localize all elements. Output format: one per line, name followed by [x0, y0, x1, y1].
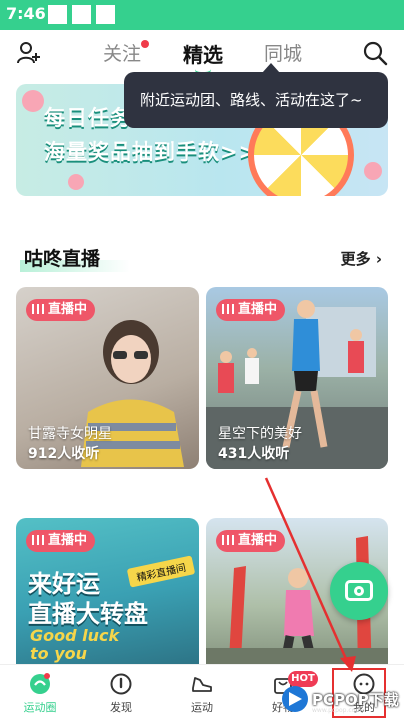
status-bar: 7:46 — [0, 0, 404, 30]
notification-icon — [96, 5, 115, 24]
live-badge-label: 直播中 — [238, 533, 278, 548]
unread-dot — [141, 40, 150, 48]
nav-item-sport-circle[interactable]: 运动圈 — [10, 665, 70, 720]
search-icon[interactable] — [362, 40, 388, 66]
live-badge: 直播中 — [26, 530, 96, 552]
watermark-logo-icon — [282, 686, 308, 712]
nav-item-sport[interactable]: 运动 — [172, 665, 232, 720]
live-badge: 直播中 — [216, 530, 286, 552]
live-bars-icon — [32, 304, 44, 314]
overlay-title: 直播大转盘 — [28, 600, 148, 628]
tab-featured[interactable]: 精选 — [183, 39, 223, 75]
live-badge: 直播中 — [216, 299, 286, 321]
notification-icon — [48, 5, 67, 24]
live-section-title: 咕咚直播 — [24, 248, 101, 270]
live-card-caption: 星空下的美好 — [218, 426, 302, 442]
tab-following[interactable]: 关注 — [103, 39, 150, 66]
live-card-caption: 甘露寺女明星 — [28, 426, 112, 442]
live-badge-label: 直播中 — [48, 302, 88, 317]
flower-decoration — [22, 90, 44, 112]
tab-nearby-label: 同城 — [264, 43, 303, 65]
watermark: PCPOP下载 www.pcpop.com — [282, 686, 402, 716]
live-card[interactable]: 直播中 甘露寺女明星 912人收听 — [16, 287, 199, 469]
live-card[interactable]: 直播中 星空下的美好 431人收听 — [206, 287, 388, 469]
sport-circle-icon — [30, 673, 50, 694]
camera-icon — [345, 580, 373, 601]
tooltip-text: 附近运动团、路线、活动在这了~ — [140, 91, 363, 109]
tab-featured-label: 精选 — [183, 43, 223, 67]
overlay-slogan: to you — [30, 644, 88, 663]
banner-subtitle: 海量奖品抽到手软>> — [44, 140, 258, 164]
tab-nearby[interactable]: 同城 — [264, 39, 302, 66]
watermark-url: www.pcpop.com — [312, 707, 362, 714]
listener-count: 431人收听 — [218, 446, 290, 462]
banner-title: 每日任务 — [44, 106, 132, 130]
tab-following-label: 关注 — [103, 43, 142, 65]
live-badge: 直播中 — [26, 299, 96, 321]
nav-label: 运动 — [191, 701, 213, 714]
more-label: 更多 — [340, 250, 371, 268]
nearby-tooltip: 附近运动团、路线、活动在这了~ — [124, 63, 388, 128]
flower-decoration — [364, 162, 382, 180]
live-badge-label: 直播中 — [48, 533, 88, 548]
live-bars-icon — [222, 304, 234, 314]
nav-label: 运动圈 — [23, 701, 57, 714]
overlay-slogan: Good luck — [30, 626, 120, 645]
listener-count: 912人收听 — [28, 446, 100, 462]
live-card[interactable]: 直播中 精彩直播间 来好运 直播大转盘 Good luck to you — [16, 518, 199, 678]
status-time: 7:46 — [6, 4, 46, 23]
camera-button[interactable] — [330, 562, 388, 620]
nav-label: 发现 — [110, 701, 132, 714]
live-bars-icon — [222, 535, 234, 545]
top-tab-bar: 关注 精选 同城 — [0, 30, 404, 78]
hot-badge: HOT — [288, 671, 318, 687]
add-friend-icon[interactable] — [16, 40, 42, 66]
compass-icon — [110, 673, 132, 695]
flower-decoration — [68, 174, 84, 190]
more-link[interactable]: 更多 › — [341, 248, 382, 269]
nav-item-discover[interactable]: 发现 — [91, 665, 151, 720]
live-section-header: 咕咚直播 更多 › — [0, 236, 404, 276]
shoe-icon — [192, 677, 212, 692]
live-badge-label: 直播中 — [238, 302, 278, 317]
notification-icon — [72, 5, 91, 24]
promo-tag: 精彩直播间 — [126, 555, 196, 588]
live-bars-icon — [32, 535, 44, 545]
